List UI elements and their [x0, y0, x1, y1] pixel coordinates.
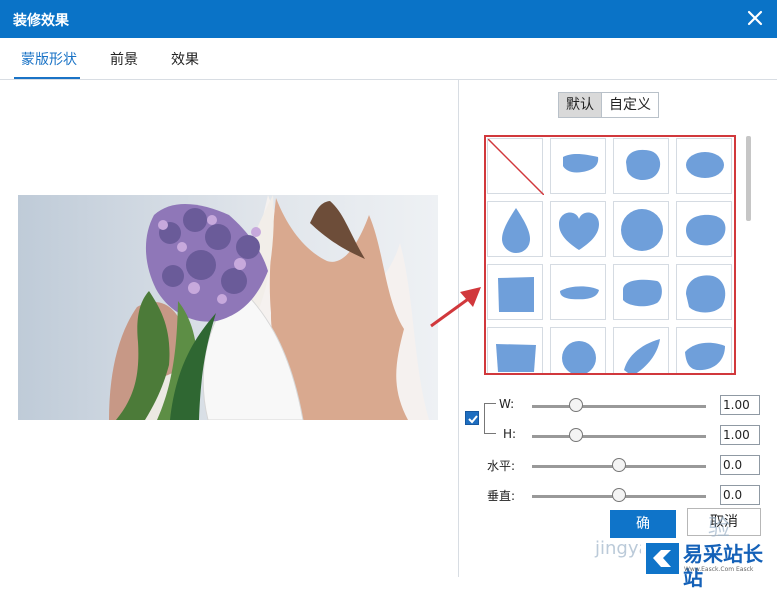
red-pointer-arrow	[430, 287, 481, 328]
shape-cloud-blob[interactable]	[613, 138, 669, 194]
shape-paint-burst[interactable]	[676, 264, 732, 320]
shape-ragged-oval[interactable]	[676, 201, 732, 257]
h-slider-track[interactable]	[532, 435, 706, 438]
w-slider-track[interactable]	[532, 405, 706, 408]
window-title: 装修效果	[13, 13, 69, 29]
custom-shapes-button[interactable]: 自定义	[601, 93, 658, 117]
tab-bar: 蒙版形状 前景 效果	[0, 38, 777, 80]
lock-aspect-checkbox[interactable]	[465, 411, 479, 425]
experience-watermark: 验	[708, 516, 731, 541]
tab-mask-shape[interactable]: 蒙版形状	[21, 49, 77, 69]
shape-wide-stroke[interactable]	[676, 327, 732, 373]
shape-soft-ellipse[interactable]	[676, 138, 732, 194]
shape-brush-mark[interactable]	[550, 264, 606, 320]
shape-paint-blob[interactable]	[613, 264, 669, 320]
tab-effect[interactable]: 效果	[171, 49, 199, 69]
shape-paint-block[interactable]	[487, 327, 543, 373]
w-label: W:	[499, 397, 515, 411]
logo-subtitle: Www.Easck.Com Easck	[684, 566, 754, 573]
horizontal-value-input[interactable]: 0.0	[720, 455, 760, 475]
shape-grid-scrollbar[interactable]	[746, 136, 751, 221]
horizontal-slider-thumb[interactable]	[612, 458, 626, 472]
shape-source-toggle: 默认 自定义	[558, 92, 659, 118]
mask-shape-grid	[484, 135, 736, 375]
ok-button[interactable]: 确	[610, 510, 676, 538]
shape-heart[interactable]	[550, 201, 606, 257]
shape-water-drop[interactable]	[487, 201, 543, 257]
horizontal-label: 水平:	[487, 459, 516, 473]
close-icon[interactable]	[743, 6, 767, 30]
active-tab-indicator	[14, 77, 80, 79]
h-value-input[interactable]: 1.00	[720, 425, 760, 445]
shape-diagonal-stroke[interactable]	[613, 327, 669, 373]
tab-foreground[interactable]: 前景	[110, 49, 138, 69]
default-shapes-button[interactable]: 默认	[559, 93, 601, 117]
easck-logo-icon	[646, 543, 679, 574]
h-slider-thumb[interactable]	[568, 428, 583, 442]
vertical-slider-thumb[interactable]	[612, 488, 626, 502]
w-slider-thumb[interactable]	[568, 398, 583, 412]
window-titlebar: 装修效果	[0, 0, 777, 38]
shape-none[interactable]	[487, 138, 545, 196]
h-label: H:	[503, 427, 517, 441]
wedding-bouquet-photo	[18, 195, 438, 420]
aspect-link-bracket	[484, 403, 496, 434]
preview-pane	[0, 80, 459, 577]
shape-brush-stroke[interactable]	[550, 138, 606, 194]
vertical-value-input[interactable]: 0.0	[720, 485, 760, 505]
w-value-input[interactable]: 1.00	[720, 395, 760, 415]
shape-rough-square[interactable]	[487, 264, 543, 320]
shape-ink-splash[interactable]	[550, 327, 606, 373]
vertical-label: 垂直:	[487, 489, 516, 503]
mask-shape-panel: 默认 自定义 W: 1.00 H: 1.00 水平: 0.0 垂直: 0.0 确…	[460, 80, 777, 590]
shape-circle[interactable]	[613, 201, 669, 257]
site-logo-watermark: 易采站长站 Www.Easck.Com Easck	[641, 541, 777, 590]
